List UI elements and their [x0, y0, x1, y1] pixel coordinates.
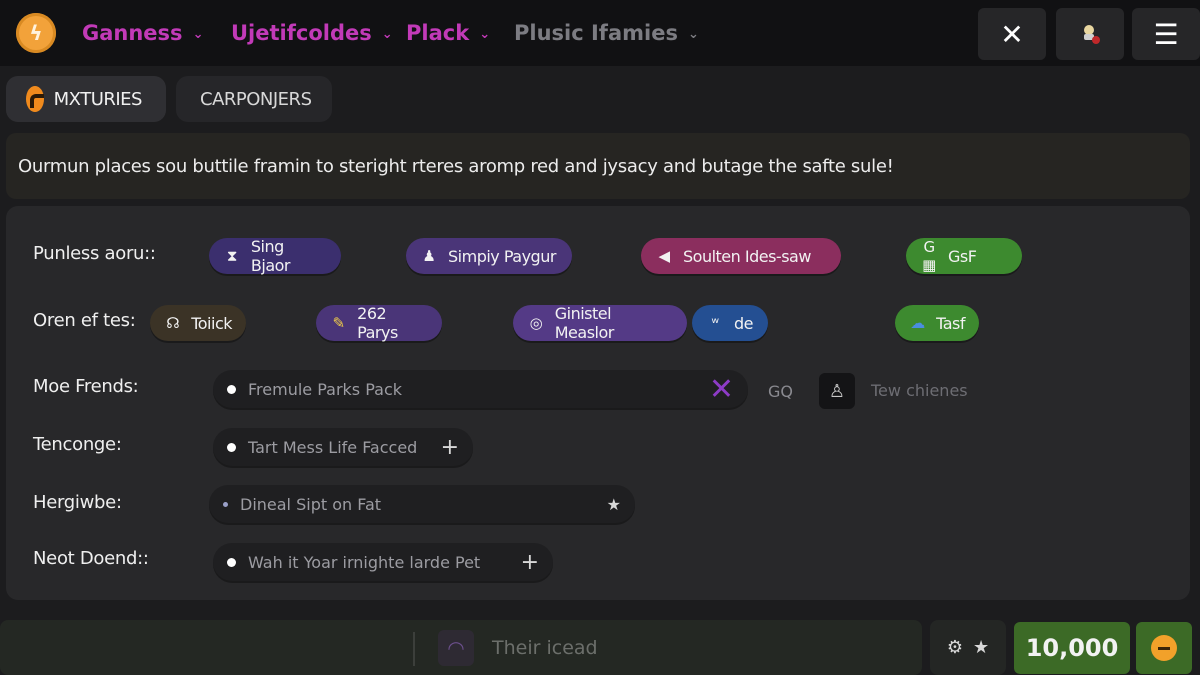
pawn-icon: ♟: [422, 247, 436, 265]
bullet-icon: [223, 501, 228, 507]
chevron-down-icon: ⌄: [192, 26, 204, 42]
tab-carponjers[interactable]: CARPONJERS: [176, 76, 332, 122]
side-code: GQ: [768, 382, 793, 401]
chip-label: Sing Bjaor: [250, 237, 291, 275]
neot-doend-input[interactable]: Wah it Yoar irnighte larde Pet +: [213, 543, 553, 581]
field-text: Wah it Yoar irnighte larde Pet: [248, 552, 481, 572]
tab-label: CARPONJERS: [200, 88, 312, 110]
chevron-down-icon: ⌄: [687, 26, 699, 42]
hamburger-menu-icon: ☰: [1153, 17, 1179, 51]
cloud-icon: ☁: [910, 314, 925, 332]
row-label: Hergiwbe:: [33, 492, 122, 513]
friends-input[interactable]: Fremule Parks Pack ✕: [213, 370, 748, 408]
field-text: Fremule Parks Pack: [248, 379, 403, 399]
puzzle-icon: G ▦: [922, 238, 936, 274]
chip-label: Toiick: [191, 313, 232, 333]
nav-item-plack[interactable]: Plack ⌄: [406, 18, 490, 48]
star-icon[interactable]: ★: [973, 637, 989, 658]
nav-item-label: Plack: [406, 21, 470, 45]
chip-soulten-ides-saw[interactable]: ◀ Soulten Ides-saw: [641, 238, 841, 274]
toolbar-icons: ⚙ ★: [930, 620, 1006, 675]
minus-icon: [1151, 635, 1177, 661]
info-banner: Ourmun places sou buttile framin to ster…: [6, 133, 1190, 199]
app-logo[interactable]: ϟ: [16, 13, 56, 53]
banner-text: Ourmun places sou buttile framin to ster…: [18, 155, 894, 177]
settings-icon[interactable]: ⚙: [947, 637, 963, 658]
chip-label: de: [734, 313, 754, 333]
chip-label: Tasf: [936, 313, 965, 333]
chip-label: 262 Parys: [357, 304, 398, 342]
chip-ginistel-measlor[interactable]: ◎ Ginistel Measlor: [513, 304, 687, 342]
tab-label: MXTURIES: [53, 88, 143, 110]
chip-label: GsF: [948, 246, 977, 266]
chip-label: Soulten Ides-saw: [683, 246, 811, 266]
star-badge-icon[interactable]: ★: [607, 495, 621, 514]
nav-item-plusic-ifamies[interactable]: Plusic Ifamies ⌄: [514, 18, 699, 48]
tools-icon: [1084, 25, 1100, 44]
tab-mxturies[interactable]: MXTURIES: [6, 76, 166, 122]
row-label: Moe Frends:: [33, 376, 139, 397]
bullet-icon: [227, 442, 236, 452]
top-nav-bar: ϟ Ganness ⌄ Ujetifcoldes ⌄ Plack ⌄ Plusi…: [0, 0, 1200, 66]
chip-sing-bjaor[interactable]: ⧗ Sing Bjaor: [209, 237, 341, 275]
megaphone-icon: ◀: [658, 247, 670, 265]
minus-button[interactable]: [1136, 622, 1192, 674]
bullet-icon: [227, 557, 236, 567]
close-icon: ✕: [1000, 17, 1024, 51]
chip-simpiy-paygur[interactable]: ♟ Simpiy Paygur: [406, 238, 572, 274]
close-button[interactable]: ✕: [978, 8, 1046, 60]
chip-tasf[interactable]: ☁ Tasf: [895, 305, 979, 341]
controller-icon: ʷ: [711, 314, 719, 332]
person-icon[interactable]: ♙: [819, 373, 855, 409]
divider: [413, 632, 415, 666]
nav-item-label: Ganness: [82, 21, 183, 45]
chip-label: Ginistel Measlor: [554, 304, 615, 342]
hourglass-icon: ⧗: [226, 247, 238, 265]
coin-counter: 10,000: [1014, 622, 1130, 674]
row-label: Neot Doend::: [33, 548, 149, 569]
bullet-icon: [227, 384, 236, 394]
headset-icon: ☊: [166, 314, 180, 332]
plus-icon[interactable]: +: [441, 435, 459, 460]
camera-icon: ◎: [529, 314, 543, 332]
plus-icon[interactable]: +: [521, 550, 539, 575]
nav-item-ujetifcoldes[interactable]: Ujetifcoldes ⌄: [231, 18, 393, 48]
menu-button[interactable]: ☰: [1132, 8, 1200, 60]
row-label: Tenconge:: [33, 434, 122, 455]
chip-toiick[interactable]: ☊ Toiick: [150, 305, 246, 341]
clear-icon[interactable]: ✕: [709, 372, 734, 407]
chat-input[interactable]: Their icead: [492, 637, 598, 659]
ticket-icon: ✎: [332, 314, 346, 332]
chip-de[interactable]: ʷ de: [692, 305, 768, 341]
chevron-down-icon: ⌄: [479, 26, 491, 42]
tenconge-input[interactable]: Tart Mess Life Facced +: [213, 428, 473, 466]
row-label: Punless aoru::: [33, 243, 156, 264]
row-label: Oren ef tes:: [33, 310, 136, 331]
lightning-icon: ϟ: [29, 21, 43, 45]
tab-orange-icon: [26, 86, 44, 112]
avatar[interactable]: ◠: [438, 630, 474, 666]
nav-item-label: Ujetifcoldes: [231, 21, 372, 45]
chip-262-parys[interactable]: ✎ 262 Parys: [316, 304, 442, 342]
nav-item-label: Plusic Ifamies: [514, 21, 678, 45]
hergiwbe-input[interactable]: Dineal Sipt on Fat ★: [209, 485, 635, 523]
field-text: Tart Mess Life Facced: [248, 437, 418, 457]
nav-item-ganness[interactable]: Ganness ⌄: [82, 18, 203, 48]
field-text: Dineal Sipt on Fat: [240, 494, 382, 514]
chevron-down-icon: ⌄: [381, 26, 393, 42]
side-text: Tew chienes: [871, 381, 968, 400]
chip-gsf[interactable]: G ▦ GsF: [906, 238, 1022, 274]
tools-button[interactable]: [1056, 8, 1124, 60]
chip-label: Simpiy Paygur: [448, 246, 556, 266]
